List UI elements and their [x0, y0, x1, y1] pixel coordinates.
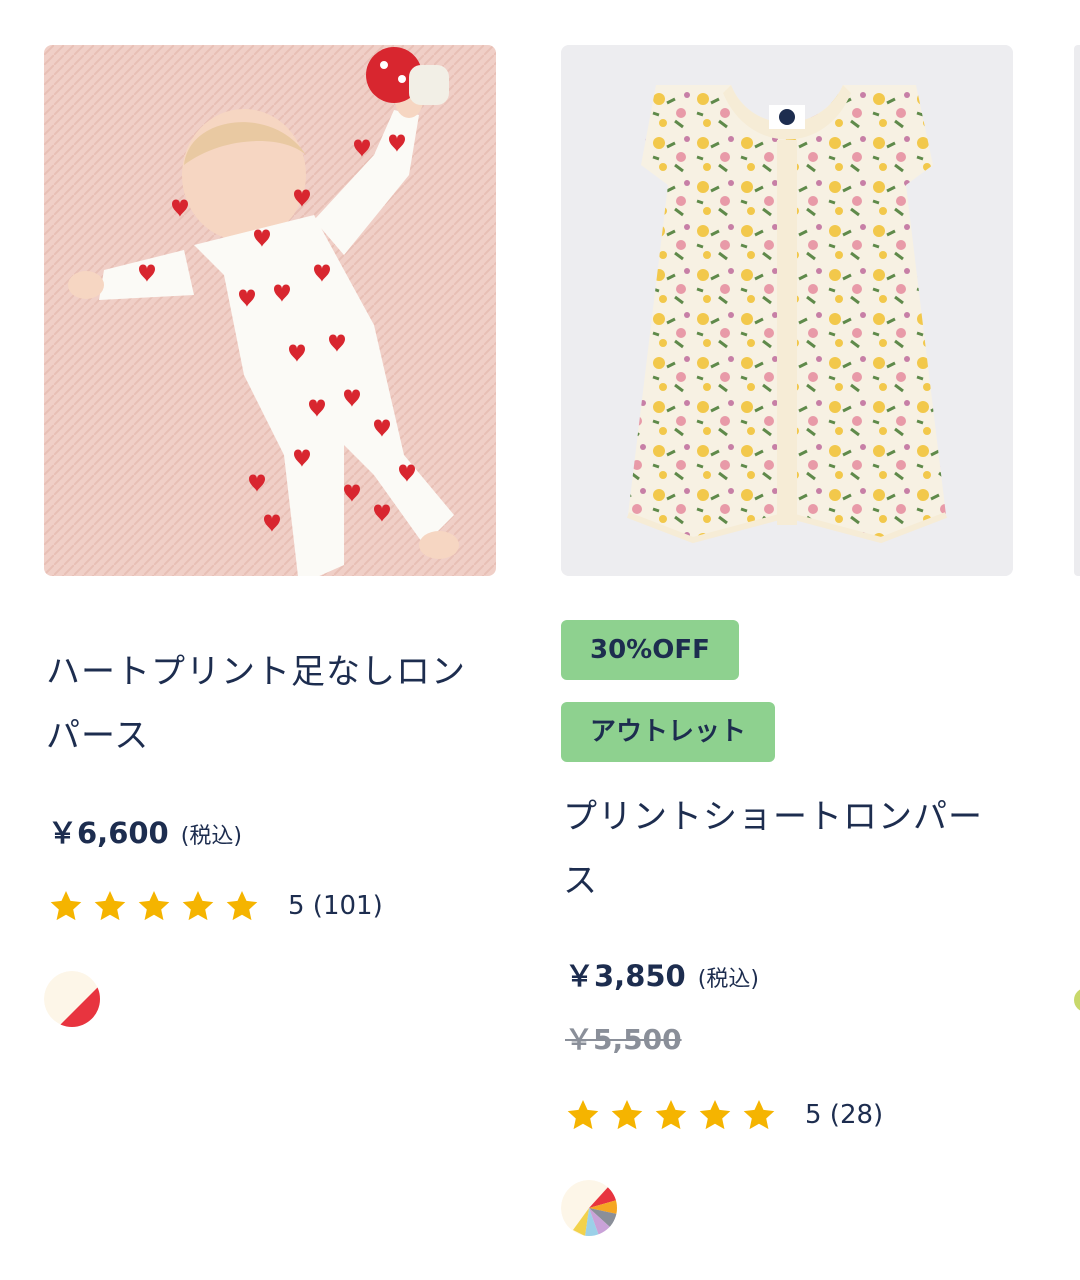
color-swatch[interactable] — [44, 971, 100, 1027]
floral-short-romper-photo — [561, 45, 1013, 576]
rating-text: 5 (28) — [805, 1100, 884, 1130]
color-swatch-icon — [44, 971, 100, 1027]
star-icon — [611, 1100, 643, 1130]
tax-note: (税込) — [697, 967, 759, 992]
next-product-swatch-edge — [1074, 988, 1080, 1012]
product-price: ￥3,850 — [565, 959, 686, 993]
star-icon — [94, 891, 126, 921]
rating-text: 5 (101) — [288, 891, 383, 921]
price-row: ￥3,850 (税込) — [565, 953, 759, 995]
star-icon — [699, 1100, 731, 1130]
star-icon — [567, 1100, 599, 1130]
star-icon — [743, 1100, 775, 1130]
outlet-badge: アウトレット — [561, 702, 776, 762]
star-icon — [655, 1100, 687, 1130]
discount-badge: 30%OFF — [561, 620, 739, 680]
product-image[interactable] — [561, 45, 1013, 576]
star-icon — [50, 891, 82, 921]
star-icon — [182, 891, 214, 921]
color-swatch[interactable] — [561, 1180, 617, 1236]
product-name[interactable]: プリントショートロンパース — [563, 785, 1003, 913]
baby-heart-romper-photo — [44, 45, 496, 576]
original-price: ￥5,500 — [565, 1023, 682, 1056]
star-icon — [138, 891, 170, 921]
product-name[interactable]: ハートプリント足なしロンパース — [46, 640, 486, 768]
product-price: ￥6,600 — [48, 816, 169, 850]
price-row: ￥6,600 (税込) — [48, 810, 242, 852]
multicolor-swatch-icon — [561, 1180, 617, 1236]
rating: 5 (101) — [48, 886, 383, 926]
star-icon — [226, 891, 258, 921]
next-product-image-edge[interactable] — [1074, 45, 1080, 576]
tax-note: (税込) — [180, 824, 242, 849]
product-image[interactable] — [44, 45, 496, 576]
rating: 5 (28) — [565, 1095, 883, 1135]
